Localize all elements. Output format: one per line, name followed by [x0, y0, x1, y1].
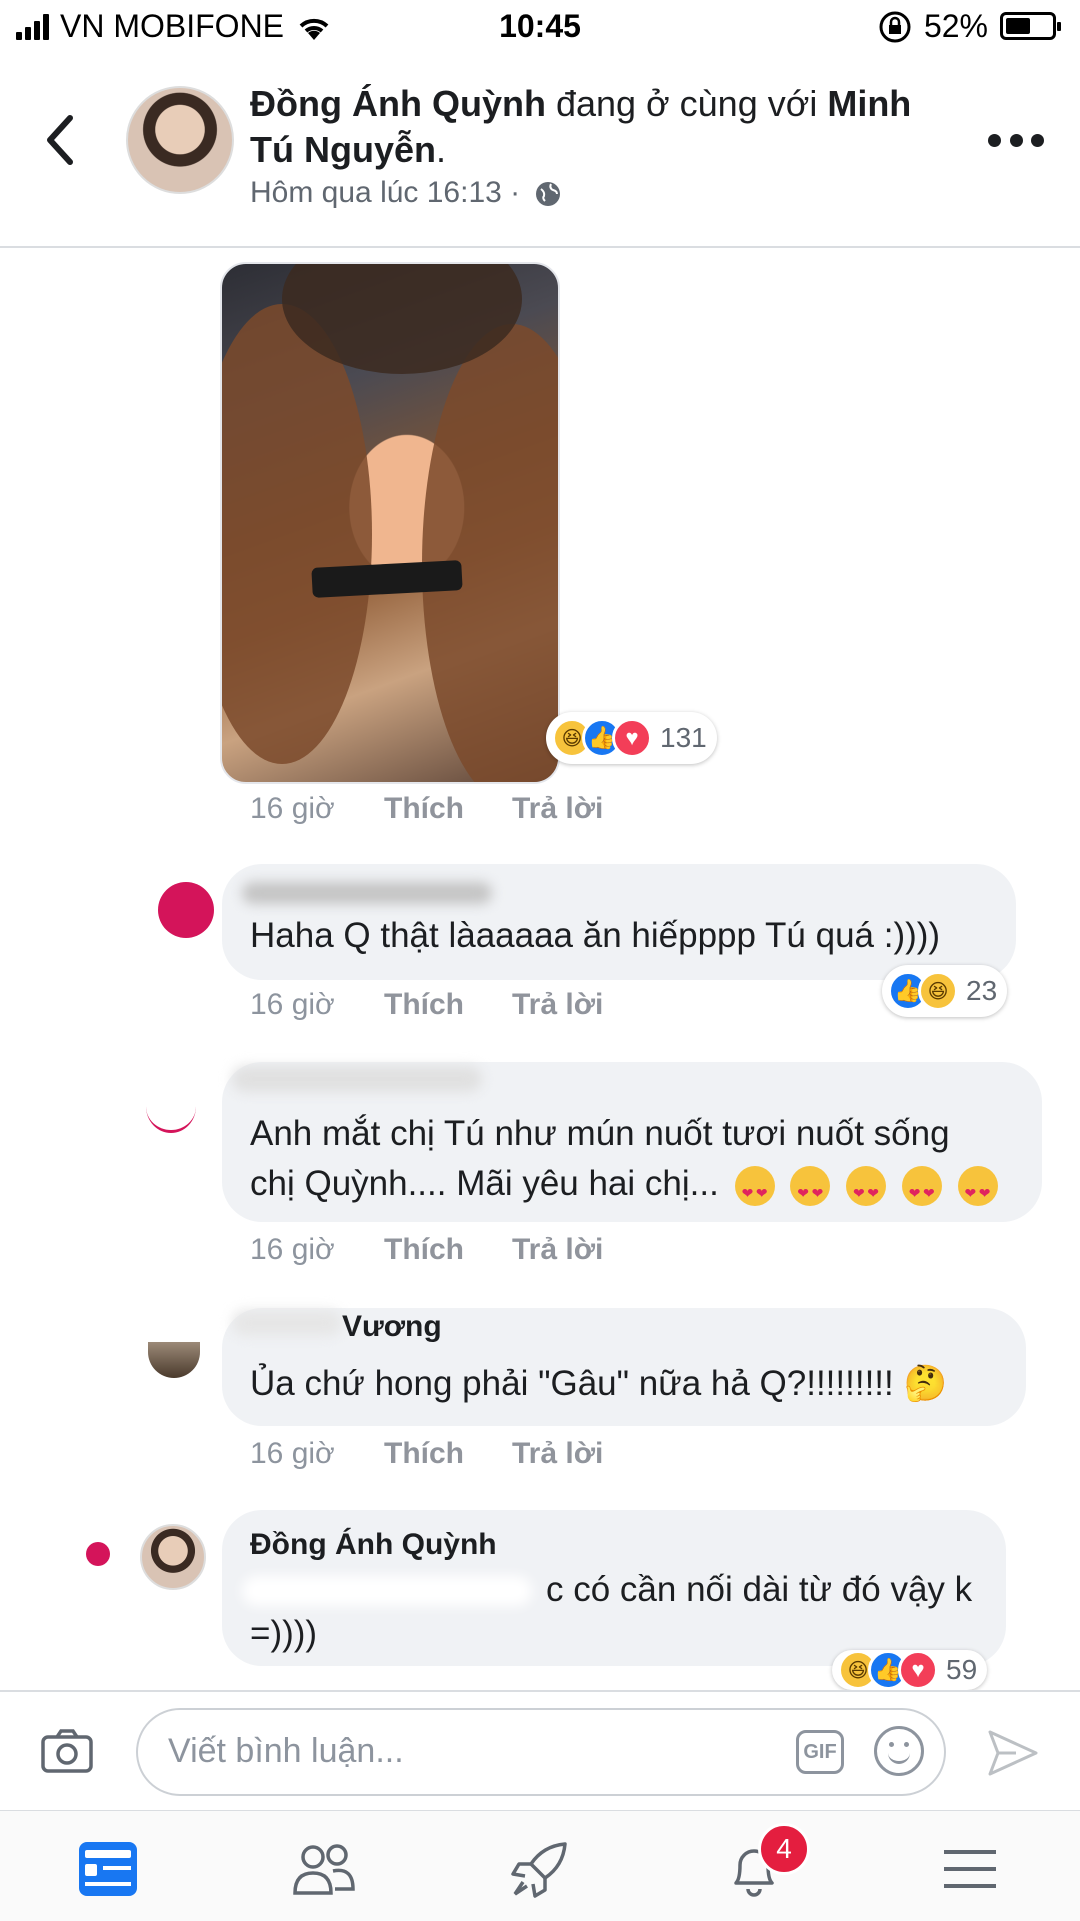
gif-button[interactable]: GIF [796, 1730, 844, 1774]
comment-text-line2-text: chị Quỳnh.... Mãi yêu hai chị... [250, 1164, 719, 1203]
tagged-name-part1[interactable]: Minh [827, 83, 911, 124]
like-link[interactable]: Thích [384, 792, 464, 826]
comment-actions: 16 giờ Thích Trả lời [250, 988, 750, 1028]
comment-time: 16 giờ [250, 1233, 335, 1266]
post-title-line2: Tú Nguyễn. [250, 128, 446, 172]
rotation-lock-icon [879, 11, 911, 43]
hamburger-menu-icon [944, 1850, 996, 1888]
rocket-icon [511, 1842, 567, 1898]
tab-friends[interactable] [284, 1829, 364, 1909]
comment-time: 16 giờ [250, 792, 335, 825]
tagged-name-part2[interactable]: Tú Nguyễn [250, 129, 436, 170]
comment-text-line1: c có cần nối dài từ đó vậy k [546, 1570, 973, 1609]
unread-dot [86, 1542, 110, 1566]
reply-link[interactable]: Trả lời [512, 988, 603, 1022]
comment-time: 16 giờ [250, 1437, 335, 1470]
comment-actions: 16 giờ Thích Trả lời [250, 792, 750, 832]
like-link[interactable]: Thích [384, 1437, 464, 1471]
avatar[interactable] [146, 1080, 196, 1133]
title-period: . [436, 129, 447, 170]
clock: 10:45 [499, 8, 581, 44]
battery-icon [1000, 12, 1061, 40]
tab-news-feed[interactable] [68, 1829, 148, 1909]
comment-bubble[interactable]: Anh mắt chị Tú như mún nuốt tươi nuốt số… [222, 1062, 1042, 1222]
comment-reactions[interactable]: 👍 😆 23 [882, 965, 1008, 1017]
love-icon: ♥ [898, 1650, 938, 1690]
comment-placeholder: Viết bình luận... [168, 1732, 404, 1770]
reaction-count: 59 [946, 1654, 978, 1685]
reaction-count: 23 [966, 975, 998, 1006]
avatar[interactable] [148, 1342, 200, 1378]
tab-explore[interactable] [500, 1829, 580, 1909]
battery-percent: 52% [923, 8, 988, 44]
comment-bubble[interactable]: Haha Q thật làaaaaa ăn hiếpppp Tú quá :)… [222, 864, 1016, 980]
haha-icon: 😆 [918, 971, 958, 1011]
post-title-line1: Đồng Ánh Quỳnh đang ở cùng với Minh [250, 82, 911, 126]
love-icon: ♥ [612, 718, 652, 758]
comment-composer: Viết bình luận... GIF [0, 1690, 1080, 1812]
friends-icon [293, 1844, 355, 1895]
like-link[interactable]: Thích [384, 1233, 464, 1267]
notifications-badge: 4 [758, 1823, 810, 1875]
heart-eyes-emoji [846, 1165, 887, 1215]
comment-reactions[interactable]: 😆 👍 ♥ 59 [832, 1650, 988, 1690]
camera-icon[interactable] [40, 1728, 94, 1774]
author-name[interactable]: Đồng Ánh Quỳnh [250, 83, 546, 124]
avatar[interactable] [140, 1524, 206, 1590]
author-avatar[interactable] [126, 86, 234, 194]
status-bar: VN MOBIFONE 10:45 52% [0, 0, 1080, 56]
reply-link[interactable]: Trả lời [512, 1233, 603, 1267]
timestamp-text: Hôm qua lúc 16:13 · [250, 176, 521, 209]
comment-time: 16 giờ [250, 988, 335, 1021]
avatar[interactable] [158, 882, 214, 938]
commenter-name[interactable]: Đồng Ánh Quỳnh [250, 1528, 497, 1562]
comment-text: Ủa chứ hong phải "Gâu" nữa hả Q?!!!!!!!!… [250, 1364, 948, 1403]
commenter-name[interactable]: Vương [342, 1310, 442, 1344]
comment-text-line2: =)))) [250, 1614, 318, 1653]
comment-text-line2: chị Quỳnh.... Mãi yêu hai chị... [250, 1162, 998, 1215]
comment-bubble[interactable]: Vương Ủa chứ hong phải "Gâu" nữa hả Q?!!… [222, 1308, 1026, 1426]
comment-bubble[interactable]: Đồng Ánh Quỳnh c có cần nối dài từ đó vậ… [222, 1510, 1006, 1666]
back-chevron-icon[interactable] [40, 112, 80, 168]
heart-eyes-emoji [734, 1165, 775, 1215]
reply-link[interactable]: Trả lời [512, 1437, 603, 1471]
with-text: đang ở cùng với [545, 83, 828, 124]
tab-menu[interactable] [930, 1829, 1010, 1909]
reply-link[interactable]: Trả lời [512, 792, 603, 826]
bottom-tab-bar: 4 [0, 1810, 1080, 1921]
photo-reactions[interactable]: 😆 👍 ♥ 131 [546, 712, 717, 764]
comment-photo[interactable] [220, 262, 560, 784]
comment-actions: 16 giờ Thích Trả lời [250, 1233, 750, 1273]
more-options-icon[interactable] [988, 130, 1044, 150]
comment-actions: 16 giờ Thích Trả lời [250, 1437, 750, 1477]
heart-eyes-emoji [901, 1165, 942, 1215]
comment-text: Haha Q thật làaaaaa ăn hiếpppp Tú quá :)… [250, 916, 941, 955]
sticker-icon[interactable] [874, 1726, 924, 1776]
like-link[interactable]: Thích [384, 988, 464, 1022]
heart-eyes-emoji [790, 1165, 831, 1215]
post-header: Đồng Ánh Quỳnh đang ở cùng với Minh Tú N… [0, 56, 1080, 248]
post-timestamp: Hôm qua lúc 16:13 · [250, 176, 563, 210]
news-feed-icon [79, 1842, 137, 1896]
send-icon[interactable] [986, 1728, 1040, 1778]
reaction-count: 131 [660, 722, 707, 753]
comment-text-line1: Anh mắt chị Tú như mún nuốt tươi nuốt số… [250, 1114, 950, 1153]
heart-eyes-emoji [957, 1165, 998, 1215]
globe-icon [535, 182, 560, 207]
